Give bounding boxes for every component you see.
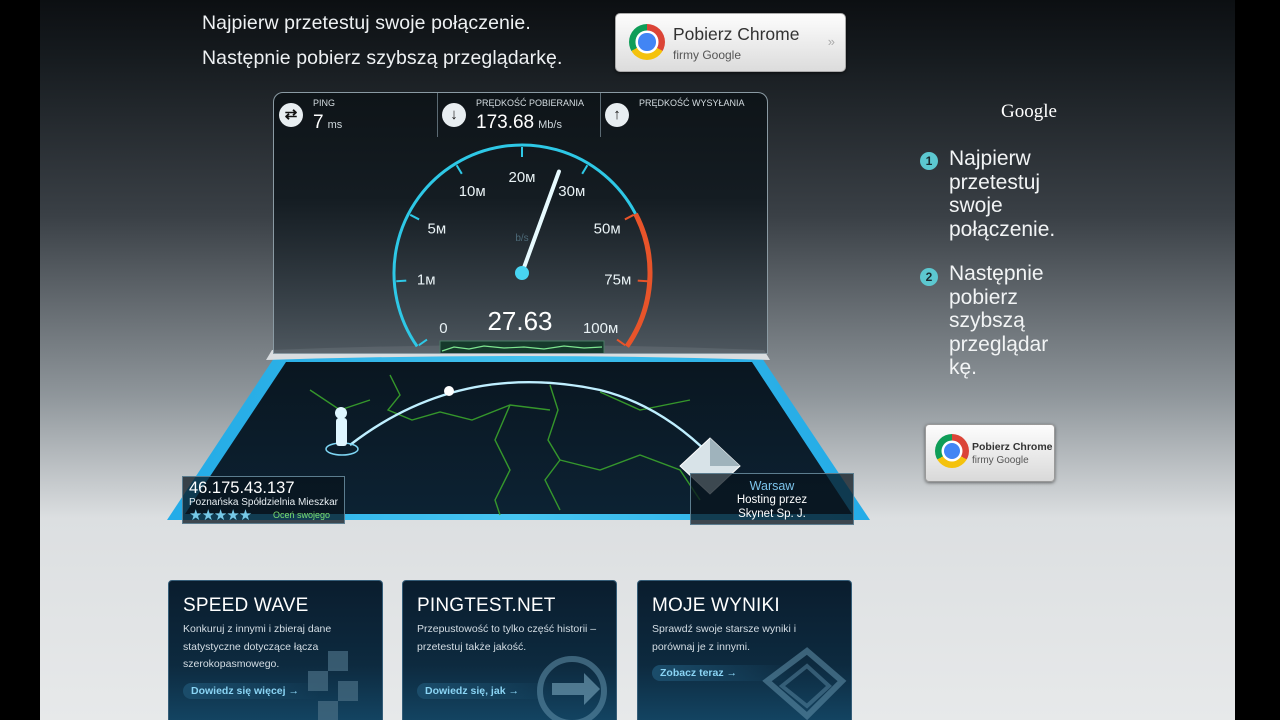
- pingtest-title: PINGTEST.NET: [417, 595, 556, 616]
- server-host-line1: Hosting przez: [736, 494, 808, 506]
- rate-isp-label[interactable]: Oceń swojego: [273, 510, 330, 520]
- step-1-badge: 1: [920, 152, 938, 170]
- gauge-tick-label: 30м: [558, 183, 585, 200]
- step-2-badge: 2: [920, 268, 938, 286]
- needle-hub: [515, 266, 529, 280]
- google-logo: Google: [1001, 101, 1057, 122]
- gauge-reading: 27.63: [487, 306, 552, 336]
- my-results-panel[interactable]: MOJE WYNIKI Sprawdź swoje starsze wyniki…: [637, 580, 852, 720]
- gauge-tick-label: 20м: [509, 169, 536, 186]
- client-ip: 46.175.43.137: [189, 479, 295, 497]
- gauge-tick-label: 10м: [459, 183, 486, 200]
- gauge-tick: [409, 213, 420, 221]
- gauge-tick: [396, 279, 407, 283]
- gauge-tick-label: 75м: [604, 271, 631, 288]
- speed-wave-graphic-icon: [308, 651, 358, 720]
- speed-wave-title: SPEED WAVE: [183, 595, 309, 616]
- gauge-tick-label: 0: [439, 320, 447, 337]
- speedtest-page: Najpierw przetestuj swoje połączenie. Na…: [40, 0, 1235, 720]
- pingtest-panel[interactable]: PINGTEST.NET Przepustowość to tylko częś…: [402, 580, 617, 720]
- server-info[interactable]: Warsaw Hosting przez Skynet Sp. J.: [690, 473, 854, 525]
- gauge-tick: [616, 338, 626, 347]
- gauge-unit-label: b/s: [515, 233, 528, 244]
- client-info: 46.175.43.137 Poznańska Spółdzielnia Mie…: [182, 476, 345, 524]
- chrome-small-title: Pobierz Chrome: [972, 441, 1053, 453]
- server-city: Warsaw: [749, 479, 795, 493]
- download-chrome-small-button[interactable]: Pobierz Chrome firmy Google: [925, 424, 1055, 482]
- gauge-tick: [637, 279, 648, 283]
- rating-stars[interactable]: ★★★★★: [189, 506, 252, 524]
- gauge-tick: [581, 164, 589, 175]
- my-results-title: MOJE WYNIKI: [652, 595, 780, 616]
- gauge-needle: [520, 169, 561, 275]
- step-2-text: Następnie pobierz szybszą przeglądar kę.: [949, 262, 1049, 379]
- speed-gauge-panel: ⇄ PING 7 ms ↓ PRĘDKOŚĆ POBIERANIA 173.68 M…: [273, 92, 768, 354]
- gauge-tick: [418, 338, 428, 347]
- arc-progress-dot: [444, 386, 454, 396]
- chrome-small-subtitle: firmy Google: [972, 455, 1029, 466]
- speed-wave-panel[interactable]: SPEED WAVE Konkuruj z innymi i zbieraj d…: [168, 580, 383, 720]
- my-results-graphic-icon: [762, 647, 847, 720]
- right-margin-strip: [1235, 0, 1280, 720]
- gauge-tick: [455, 164, 463, 175]
- gauge-tick-label: 1м: [417, 271, 436, 288]
- step-1-text: Najpierw przetestuj swoje połączenie.: [949, 147, 1056, 241]
- gauge-tick: [624, 213, 635, 221]
- server-host-line2: Skynet Sp. J.: [738, 508, 806, 520]
- gauge-tick-label: 50м: [594, 221, 621, 238]
- pingtest-graphic-icon: [537, 656, 607, 720]
- chrome-logo-icon: [935, 434, 969, 468]
- gauge-tick-label: 100м: [583, 320, 618, 337]
- gauge-tick-label: 5м: [428, 221, 447, 238]
- speedometer: 0 1м 5м 10м 20м 30м 50м 75м 100м b/s 27.63: [392, 143, 653, 353]
